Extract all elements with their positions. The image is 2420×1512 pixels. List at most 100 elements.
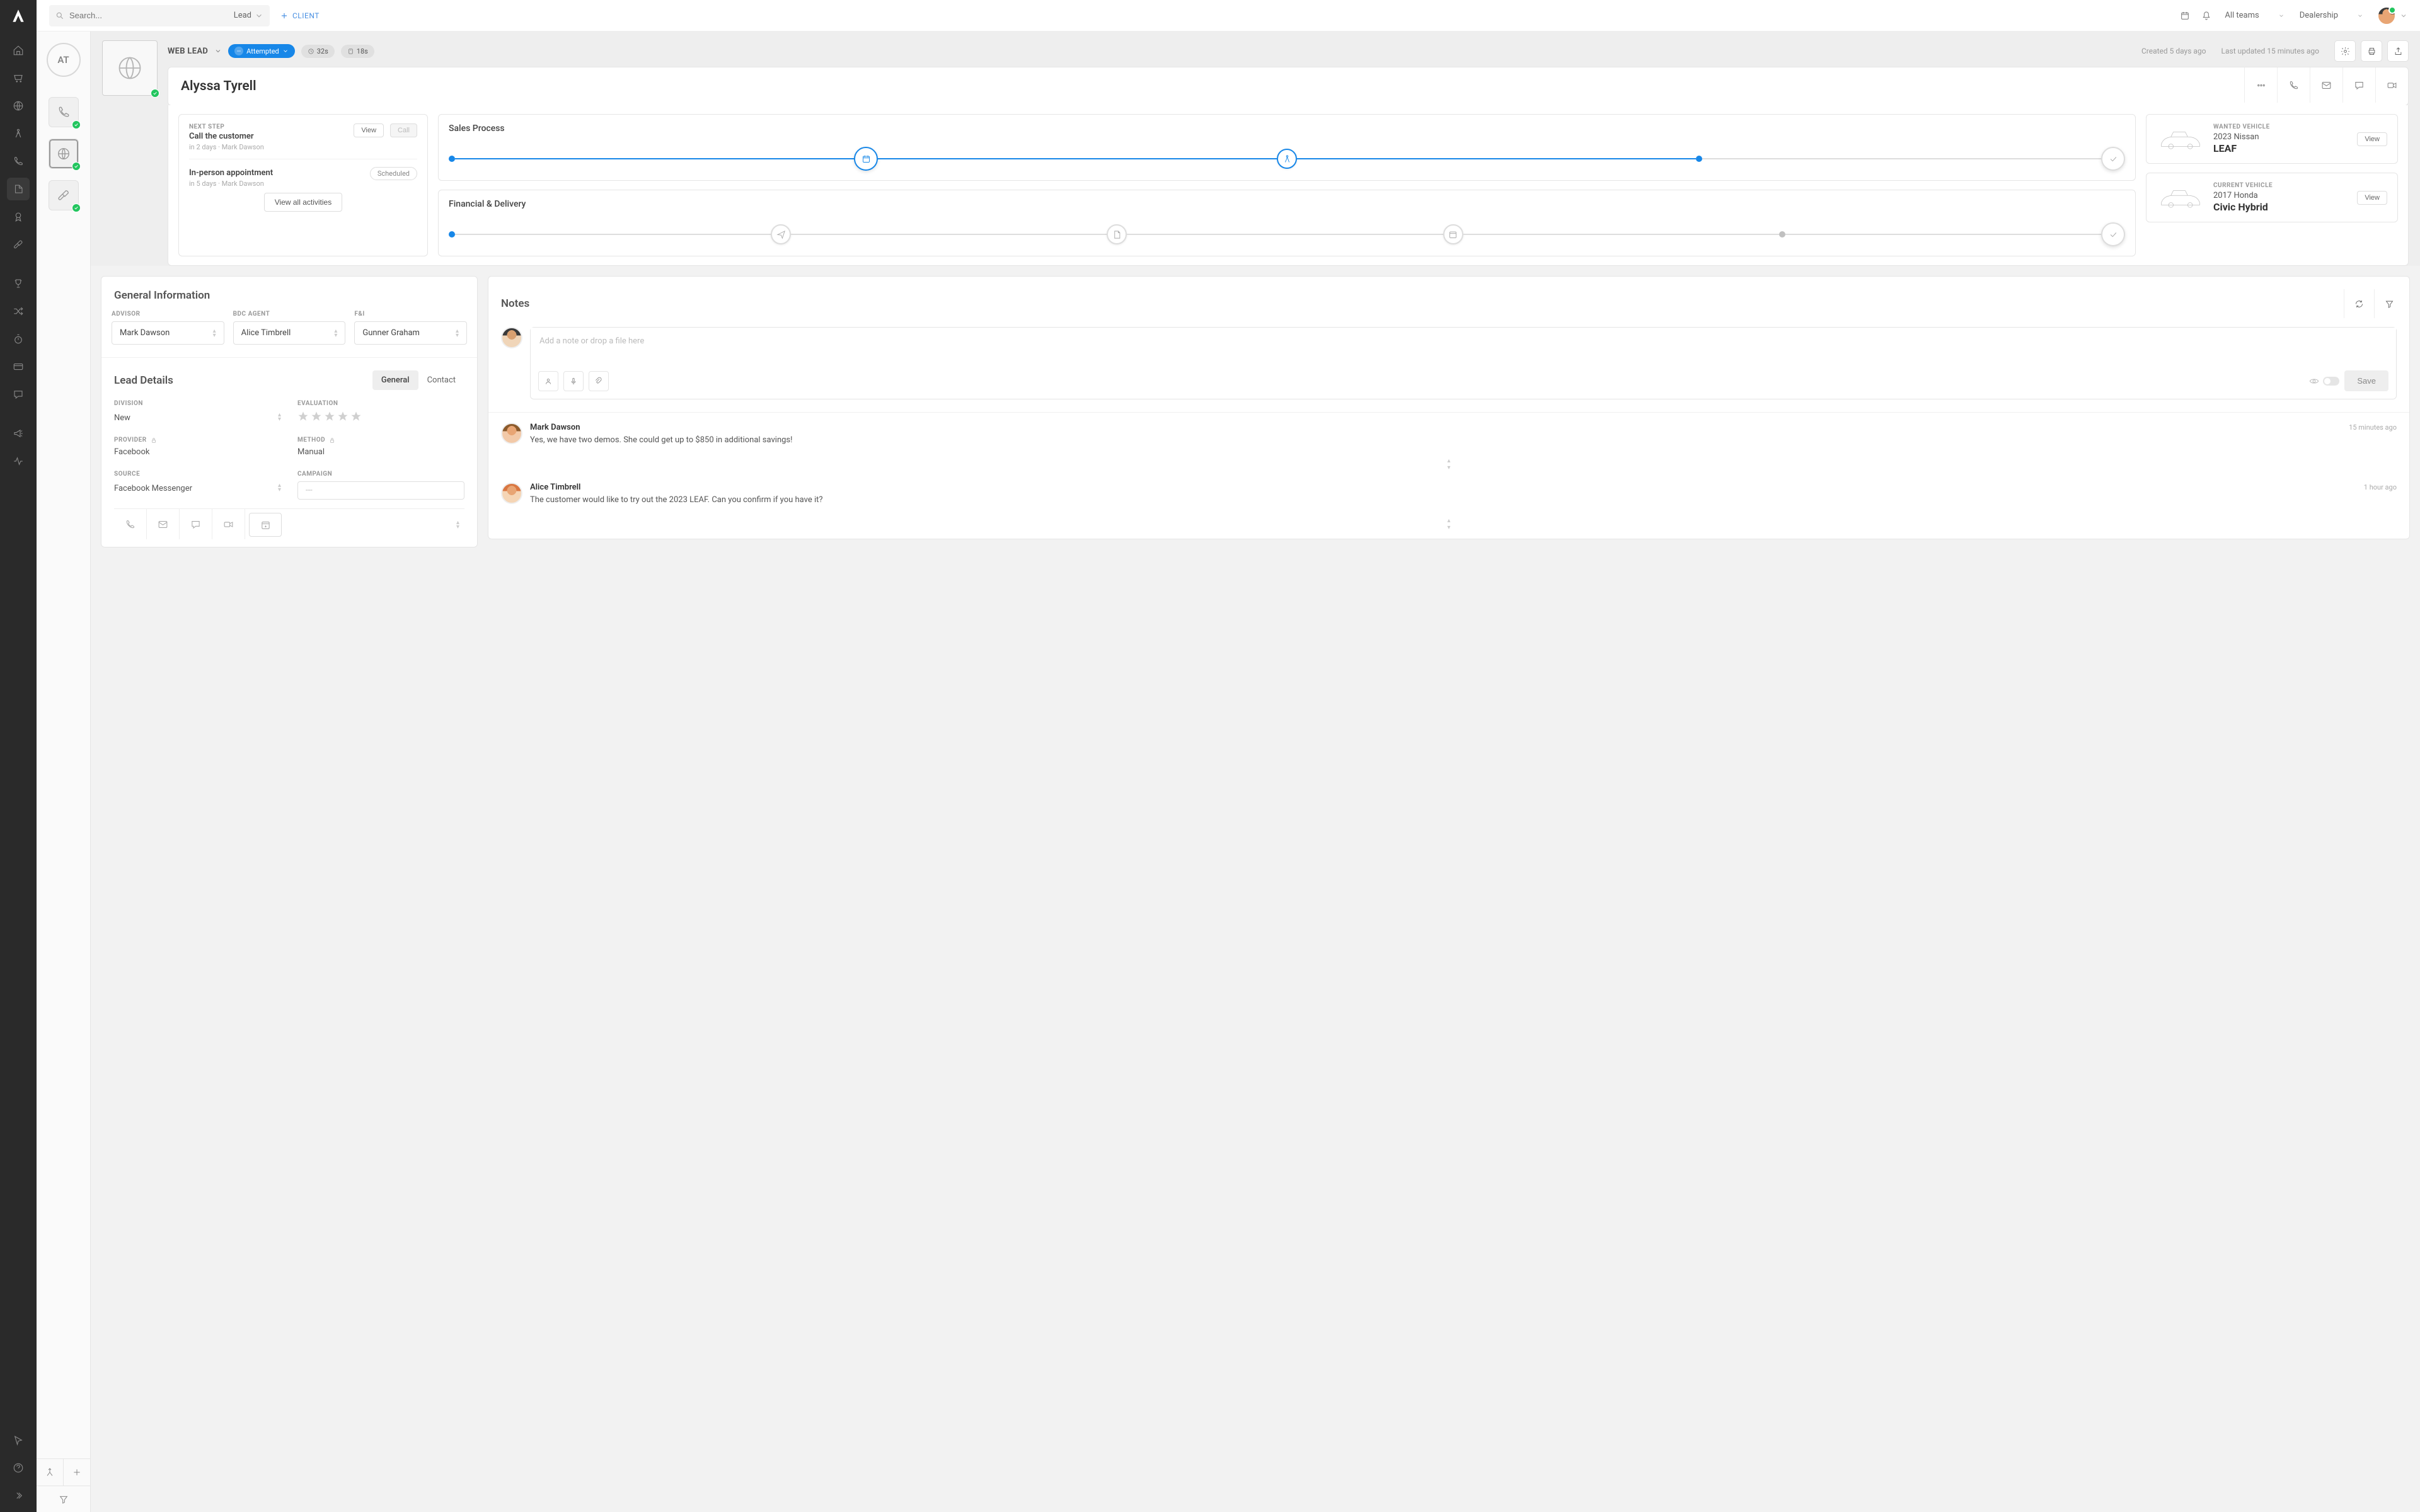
settings-button[interactable] [2334,40,2356,62]
fd-step-doc[interactable] [1107,224,1127,244]
activity-status: Scheduled [370,167,417,180]
nav-award[interactable] [7,205,30,228]
sales-pipeline [449,146,2125,171]
nav-expand[interactable] [7,1484,30,1507]
notes-title: Notes [501,297,529,310]
notes-refresh[interactable] [2344,289,2374,318]
status-pill[interactable]: Attempted [228,44,295,58]
view-all-activities[interactable]: View all activities [264,193,342,212]
search-input-wrap[interactable]: Lead [49,5,270,26]
visibility-icon [2309,376,2319,386]
fi-select[interactable]: Gunner Graham▴▾ [354,321,467,345]
comm-sms[interactable] [180,509,212,539]
nav-service[interactable] [7,233,30,256]
source-value[interactable]: Facebook Messenger [114,484,192,493]
dealership-select[interactable]: Dealership [2300,11,2363,20]
fd-step-schedule[interactable] [1443,224,1463,244]
pipeline-step-visit[interactable] [1277,149,1297,169]
nav-activity[interactable] [7,450,30,472]
channel-service[interactable] [49,180,79,210]
method-label: METHOD [297,437,464,444]
search-type-select[interactable]: Lead [234,11,263,20]
nav-cart[interactable] [7,67,30,89]
nav-globe[interactable] [7,94,30,117]
user-menu-chevron[interactable] [2400,12,2407,20]
wanted-vehicle-image [2157,125,2204,153]
division-value[interactable]: New [114,413,130,423]
nav-phone[interactable] [7,150,30,173]
nav-timer[interactable] [7,328,30,350]
compose-avatar [501,327,522,348]
source-label: SOURCE [114,471,281,478]
nav-help[interactable] [7,1457,30,1479]
fd-step-send[interactable] [771,224,791,244]
visibility-toggle[interactable] [2323,377,2339,386]
created-meta: Created 5 days ago [2141,47,2206,55]
sms-action[interactable] [2342,67,2375,103]
comm-email[interactable] [147,509,180,539]
current-vehicle-year: 2017 Honda [2213,191,2348,200]
calendar-button[interactable] [2174,5,2196,26]
campaign-select[interactable]: --- [297,481,464,500]
fd-step-complete[interactable] [2101,222,2125,246]
comm-phone[interactable] [114,509,147,539]
secondary-add[interactable] [64,1459,90,1486]
channel-web[interactable] [49,139,79,169]
note-input[interactable] [531,328,2396,363]
more-actions[interactable] [2244,67,2277,103]
pipeline-step-complete[interactable] [2101,147,2125,171]
share-button[interactable] [2387,40,2409,62]
user-avatar[interactable] [2377,6,2396,25]
current-vehicle-model: Civic Hybrid [2213,201,2348,213]
notes-filter[interactable] [2374,289,2404,318]
secondary-merge[interactable] [37,1459,64,1486]
wanted-vehicle-model: LEAF [2213,142,2348,154]
current-vehicle-view[interactable]: View [2357,191,2387,205]
nav-cursor[interactable] [7,1429,30,1452]
wanted-vehicle-view[interactable]: View [2357,132,2387,146]
nav-announce[interactable] [7,422,30,445]
team-select[interactable]: All teams [2225,11,2284,20]
tab-contact[interactable]: Contact [418,370,464,390]
search-input[interactable] [64,11,234,20]
lead-type-chevron[interactable] [214,47,222,55]
updated-meta: Last updated 15 minutes ago [2221,47,2319,55]
current-vehicle-label: CURRENT VEHICLE [2213,182,2348,189]
attach-button[interactable] [589,371,609,391]
call-action[interactable] [2277,67,2310,103]
nav-trophy[interactable] [7,272,30,295]
save-note-button[interactable]: Save [2344,370,2388,391]
email-action[interactable] [2310,67,2342,103]
secondary-filter[interactable] [37,1486,90,1512]
nav-walk[interactable] [7,122,30,145]
nav-card[interactable] [7,355,30,378]
notifications-button[interactable] [2196,5,2217,26]
lead-name: Alyssa Tyrell [181,79,256,94]
fi-label: F&I [354,311,467,318]
voice-button[interactable] [563,371,584,391]
mention-button[interactable] [538,371,558,391]
comm-video[interactable] [212,509,245,539]
add-client-button[interactable]: CLIENT [280,11,320,20]
next-step-label: NEXT STEP [189,123,347,130]
lock-icon [151,437,157,444]
comm-schedule[interactable] [249,513,282,537]
activity-call-button[interactable]: Call [390,123,417,137]
nav-leads[interactable] [7,178,30,200]
advisor-select[interactable]: Mark Dawson▴▾ [112,321,224,345]
nav-shuffle[interactable] [7,300,30,323]
provider-value: Facebook [114,447,281,457]
activity-view-button[interactable]: View [354,123,384,137]
bdc-select[interactable]: Alice Timbrell▴▾ [233,321,346,345]
activity-1-title: Call the customer [189,132,347,141]
note-avatar [501,423,522,444]
channel-phone[interactable] [49,97,79,127]
evaluation-stars[interactable] [297,411,464,422]
tab-general[interactable]: General [372,370,418,390]
print-button[interactable] [2361,40,2382,62]
video-action[interactable] [2375,67,2408,103]
pipeline-step-appointment[interactable] [854,147,878,171]
financial-pipeline [449,222,2125,247]
nav-chat[interactable] [7,383,30,406]
nav-home[interactable] [7,39,30,62]
